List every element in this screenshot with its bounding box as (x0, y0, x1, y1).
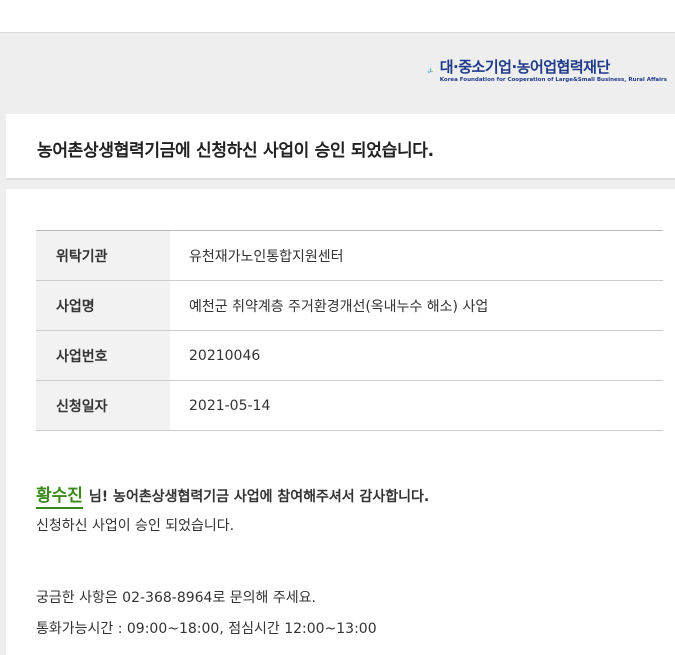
row-label: 사업번호 (36, 331, 170, 380)
logo-korean-name: 대·중소기업·농어업협력재단 (439, 58, 611, 76)
table-row-business-number: 사업번호 20210046 (36, 331, 663, 381)
business-info-table: 위탁기관 유천재가노인통합지원센터 사업명 예천군 취약계층 주거환경개선(옥내… (36, 230, 663, 431)
row-label: 사업명 (36, 281, 170, 330)
thanks-message: 황수진 님! 농어촌상생협력기금 사업에 참여해주셔서 감사합니다. (36, 481, 429, 509)
call-hours-text: 통화가능시간 : 09:00~18:00, 점심시간 12:00~13:00 (36, 621, 377, 637)
table-row-application-date: 신청일자 2021-05-14 (36, 381, 663, 431)
foundation-logo: 대·중소기업·농어업협력재단 Korea Foundation for Coop… (427, 50, 667, 92)
approved-text: 신청하신 사업이 승인 되었습니다. (36, 518, 235, 534)
row-value: 유천재가노인통합지원센터 (189, 248, 344, 265)
row-value: 2021-05-14 (189, 397, 271, 414)
table-row-agency: 위탁기관 유천재가노인통합지원센터 (36, 231, 663, 281)
notice-title-card: 농어촌상생협력기금에 신청하신 사업이 승인 되었습니다. (6, 114, 675, 180)
row-label: 신청일자 (36, 381, 170, 430)
row-value: 예천군 취약계층 주거환경개선(옥내누수 해소) 사업 (189, 298, 489, 315)
contact-text: 궁금한 사항은 02-368-8964로 문의해 주세요. (36, 590, 316, 606)
notice-title: 농어촌상생협력기금에 신청하신 사업이 승인 되었습니다. (37, 141, 434, 161)
notice-content-card: 위탁기관 유천재가노인통합지원센터 사업명 예천군 취약계층 주거환경개선(옥내… (6, 189, 675, 655)
thanks-text: 님! 농어촌상생협력기금 사업에 참여해주셔서 감사합니다. (88, 489, 430, 505)
top-strip (0, 0, 675, 33)
row-label: 위탁기관 (36, 231, 170, 280)
user-name: 황수진 (36, 481, 83, 509)
table-row-business-name: 사업명 예천군 취약계층 주거환경개선(옥내누수 해소) 사업 (36, 281, 663, 331)
logo-english-name: Korea Foundation for Cooperation of Larg… (439, 77, 667, 83)
foundation-logo-icon (427, 68, 434, 74)
row-value: 20210046 (189, 347, 261, 364)
